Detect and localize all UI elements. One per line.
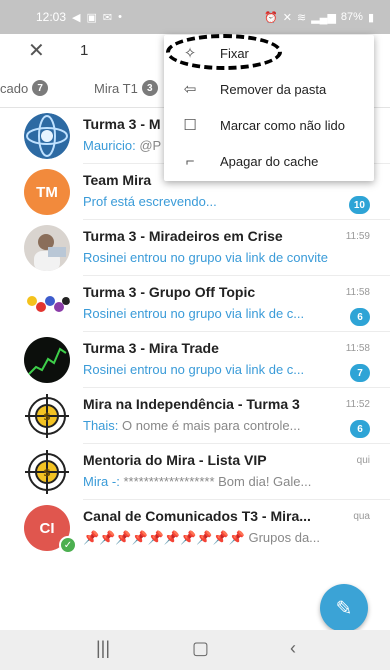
chat-time: 11:58 [345,287,370,298]
unread-count-badge: 6 [350,308,370,326]
chat-message: @P [139,138,162,153]
folder-remove-icon: ⇦ [183,81,197,98]
context-menu: ✧ Fixar ⇦ Remover da pasta ☐ Marcar como… [164,35,374,181]
chat-row[interactable]: Turma 3 - Miradeiros em Crise 11:59 Rosi… [0,220,390,276]
chat-name: Canal de Comunicados T3 - Mira... [83,508,311,524]
unread-count-badge: 6 [350,420,370,438]
chat-time: qua [353,511,370,522]
gallery-icon: ▣ [86,11,97,24]
close-selection-button[interactable]: ✕ [28,38,45,63]
mail-icon: ✉ [102,11,113,24]
tab-mira-t1[interactable]: Mira T1 3 [94,80,158,96]
menu-item-label: Remover da pasta [220,81,327,97]
chat-preview: Rosinei entrou no grupo via link de conv… [83,250,345,265]
chat-preview: Mira -: ****************** Bom dia! Gale… [83,474,345,489]
tab-folder-1[interactable]: cado 7 [0,80,49,96]
svg-text:$: $ [43,466,51,479]
chat-sender: Thais: [83,418,123,433]
alarm-icon: ⏰ [264,11,278,24]
chat-name: Turma 3 - Grupo Off Topic [83,284,256,300]
chat-name: Turma 3 - Mira Trade [83,340,219,356]
chat-message: Rosinei entrou no grupo via link de conv… [83,250,328,265]
chat-preview: Rosinei entrou no grupo via link de c... [83,306,345,321]
status-left: 12:03 ◀ ▣ ✉ • [36,10,122,24]
chat-message: Rosinei entrou no grupo via link de c... [83,306,305,321]
chat-message: O nome é mais para controle... [122,418,301,433]
status-right: ⏰ ✕ ≋ ▂▄▆ 87% ▮ [264,11,374,24]
system-nav-bar: ||| ▢ ‹ [0,630,390,670]
selected-count: 1 [80,42,89,59]
status-bar: 12:03 ◀ ▣ ✉ • ⏰ ✕ ≋ ▂▄▆ 87% ▮ [0,0,390,34]
tab-label: Mira T1 [94,80,138,96]
telegram-send-icon: ◀ [72,11,81,24]
battery-icon: ▮ [367,11,374,24]
chat-preview: Prof está escrevendo... [83,194,345,209]
svg-text:$: $ [43,410,51,423]
chat-preview: Rosinei entrou no grupo via link de c... [83,362,345,377]
pencil-icon: ✎ [335,597,353,620]
menu-item-marcar-nao-lido[interactable]: ☐ Marcar como não lido [164,107,374,143]
signal-icon: ▂▄▆ [311,11,336,24]
pin-icon: ✧ [183,45,197,62]
chat-time: qui [356,455,370,466]
broom-icon: ⌐ [185,152,195,170]
mute-icon: ✕ [282,11,292,24]
chat-message: Rosinei entrou no grupo via link de c... [83,362,305,377]
tab-label: cado [0,80,29,96]
chat-message: 📌📌📌📌📌📌📌📌📌📌 Grupos da... [83,530,321,545]
chat-time: 11:58 [345,343,370,354]
battery-level: 87% [340,11,363,23]
chat-row[interactable]: Turma 3 - Mira Trade 11:58 Rosinei entro… [0,332,390,388]
chat-sender: Mauricio: [83,138,140,153]
photo-avatar [24,281,70,327]
chart-avatar [24,337,70,383]
unread-count-badge: 10 [348,196,370,214]
tab-badge: 7 [32,80,49,96]
chat-row[interactable]: Turma 3 - Grupo Off Topic 11:58 Rosinei … [0,276,390,332]
chat-preview: Thais: O nome é mais para controle... [83,418,345,433]
target-avatar: $ [24,393,70,439]
globe-avatar [24,113,70,159]
chat-name: Turma 3 - M [83,116,161,132]
chat-message: ****************** Bom dia! Gale... [123,474,312,489]
chat-row[interactable]: CI ✓ Canal de Comunicados T3 - Mira... q… [0,500,390,556]
tab-badge: 3 [141,80,158,96]
chat-name: Team Mira [83,172,152,188]
avatar: TM [24,169,70,215]
menu-item-fixar[interactable]: ✧ Fixar [164,35,374,71]
typing-status: Prof está escrevendo... [83,194,217,209]
chat-name: Mira na Independência - Turma 3 [83,396,300,412]
clock: 12:03 [36,10,67,24]
chat-time: 11:52 [345,399,370,410]
home-icon[interactable]: ▢ [192,638,209,659]
menu-item-apagar-cache[interactable]: ⌐ Apagar do cache [164,143,374,179]
menu-item-label: Apagar do cache [220,153,319,169]
menu-item-remover-da-pasta[interactable]: ⇦ Remover da pasta [164,71,374,107]
target-avatar: $ [24,449,70,495]
menu-item-label: Fixar [220,45,249,61]
chat-time: 11:59 [345,231,370,242]
selected-check-icon: ✓ [59,536,77,554]
compose-button[interactable]: ✎ [320,584,368,632]
chat-sender: Mira -: [83,474,124,489]
chat-name: Turma 3 - Miradeiros em Crise [83,228,283,244]
unread-count-badge: 7 [350,364,370,382]
recent-apps-icon[interactable]: ||| [96,638,110,659]
mark-unread-icon: ☐ [183,117,197,134]
chat-preview: 📌📌📌📌📌📌📌📌📌📌 Grupos da... [83,530,345,546]
menu-item-label: Marcar como não lido [220,117,345,133]
chat-row[interactable]: $ Mentoria do Mira - Lista VIP qui Mira … [0,444,390,500]
wifi-icon: ≋ [296,11,307,24]
dot-icon: • [118,11,122,23]
photo-avatar [24,225,70,271]
back-icon[interactable]: ‹ [290,638,296,659]
chat-name: Mentoria do Mira - Lista VIP [83,452,267,468]
chat-row[interactable]: $ Mira na Independência - Turma 3 11:52 … [0,388,390,444]
